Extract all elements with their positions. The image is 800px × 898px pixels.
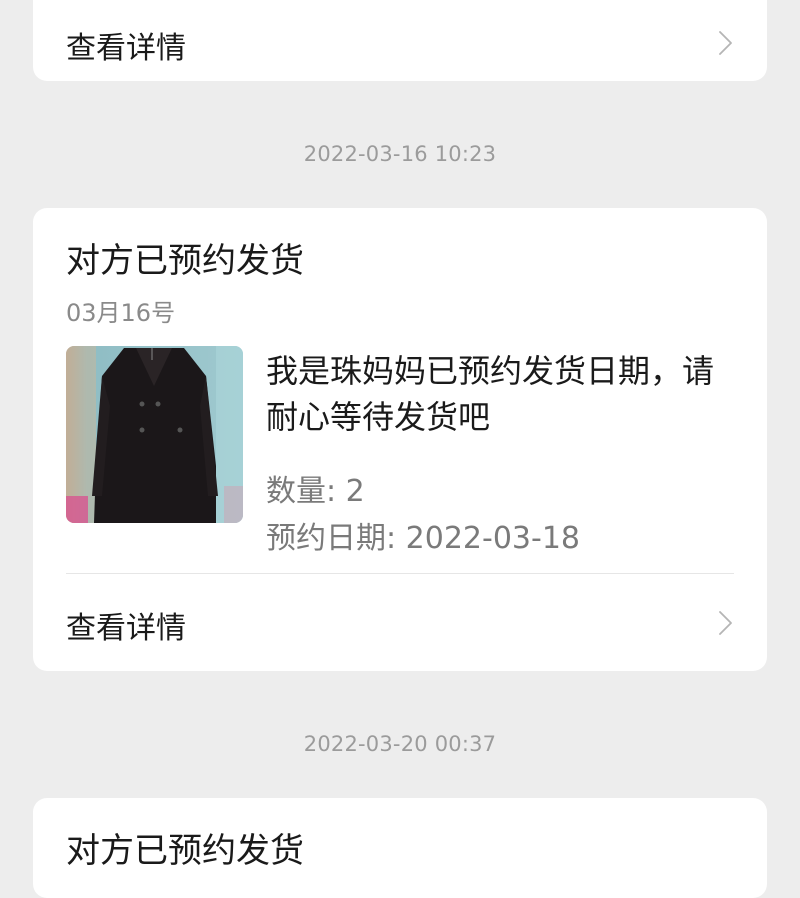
- card-title: 对方已预约发货: [66, 831, 304, 871]
- card-title: 对方已预约发货: [66, 241, 304, 281]
- shipment-card-previous: 查看详情: [33, 0, 767, 81]
- shipment-card: 对方已预约发货 03月16号 我是珠妈妈已预约发货日期，请耐心等待发货吧 数量:…: [33, 208, 767, 671]
- view-details-label: 查看详情: [66, 611, 186, 646]
- shipment-card-next: 对方已预约发货: [33, 798, 767, 898]
- divider: [66, 573, 734, 574]
- card-date: 03月16号: [66, 299, 176, 327]
- chevron-right-icon: [719, 31, 732, 55]
- product-thumbnail[interactable]: [66, 346, 243, 523]
- view-details-row[interactable]: 查看详情: [33, 588, 767, 658]
- chevron-right-icon: [719, 611, 732, 635]
- view-details-label: 查看详情: [66, 31, 186, 66]
- message-timestamp: 2022-03-16 10:23: [303, 142, 497, 166]
- quantity-text: 数量: 2: [266, 474, 365, 509]
- coat-image: [66, 346, 243, 523]
- view-details-row[interactable]: 查看详情: [33, 8, 767, 78]
- message-timestamp: 2022-03-20 00:37: [303, 732, 497, 756]
- shipment-message: 我是珠妈妈已预约发货日期，请耐心等待发货吧: [266, 352, 715, 436]
- reserved-date-text: 预约日期: 2022-03-18: [266, 521, 580, 556]
